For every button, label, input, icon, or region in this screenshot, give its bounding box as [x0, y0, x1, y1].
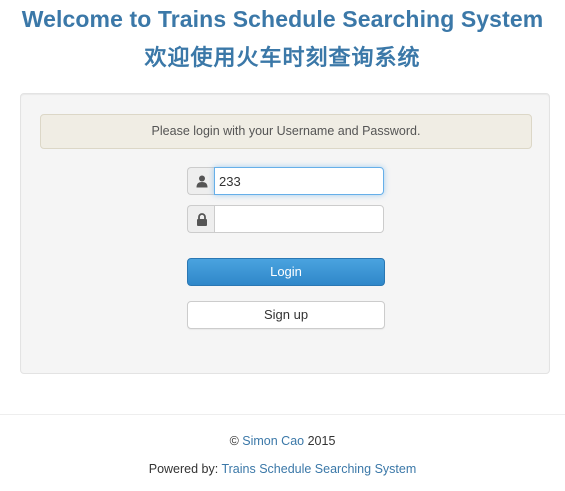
powered-by-line: Powered by: Trains Schedule Searching Sy…: [0, 462, 565, 476]
login-panel: Please login with your Username and Pass…: [20, 93, 550, 374]
login-instructions-alert: Please login with your Username and Pass…: [40, 114, 532, 149]
page-subtitle-chinese: 欢迎使用火车时刻查询系统: [144, 46, 421, 71]
copyright-year: 2015: [307, 434, 336, 448]
page-title: Welcome to Trains Schedule Searching Sys…: [21, 6, 544, 32]
username-input[interactable]: [214, 167, 384, 195]
username-input-group: [187, 167, 384, 195]
copyright-line: © Simon Cao 2015: [0, 434, 565, 448]
powered-by-link[interactable]: Trains Schedule Searching System: [221, 462, 416, 476]
password-input-group: [187, 205, 384, 233]
copyright-symbol: ©: [229, 434, 239, 448]
footer-divider: [0, 414, 565, 415]
signup-button[interactable]: Sign up: [187, 301, 385, 329]
lock-icon: [187, 205, 215, 233]
author-link[interactable]: Simon Cao: [242, 434, 304, 448]
user-icon: [187, 167, 215, 195]
powered-by-label: Powered by:: [148, 462, 219, 476]
login-button[interactable]: Login: [187, 258, 385, 286]
password-input[interactable]: [214, 205, 384, 233]
